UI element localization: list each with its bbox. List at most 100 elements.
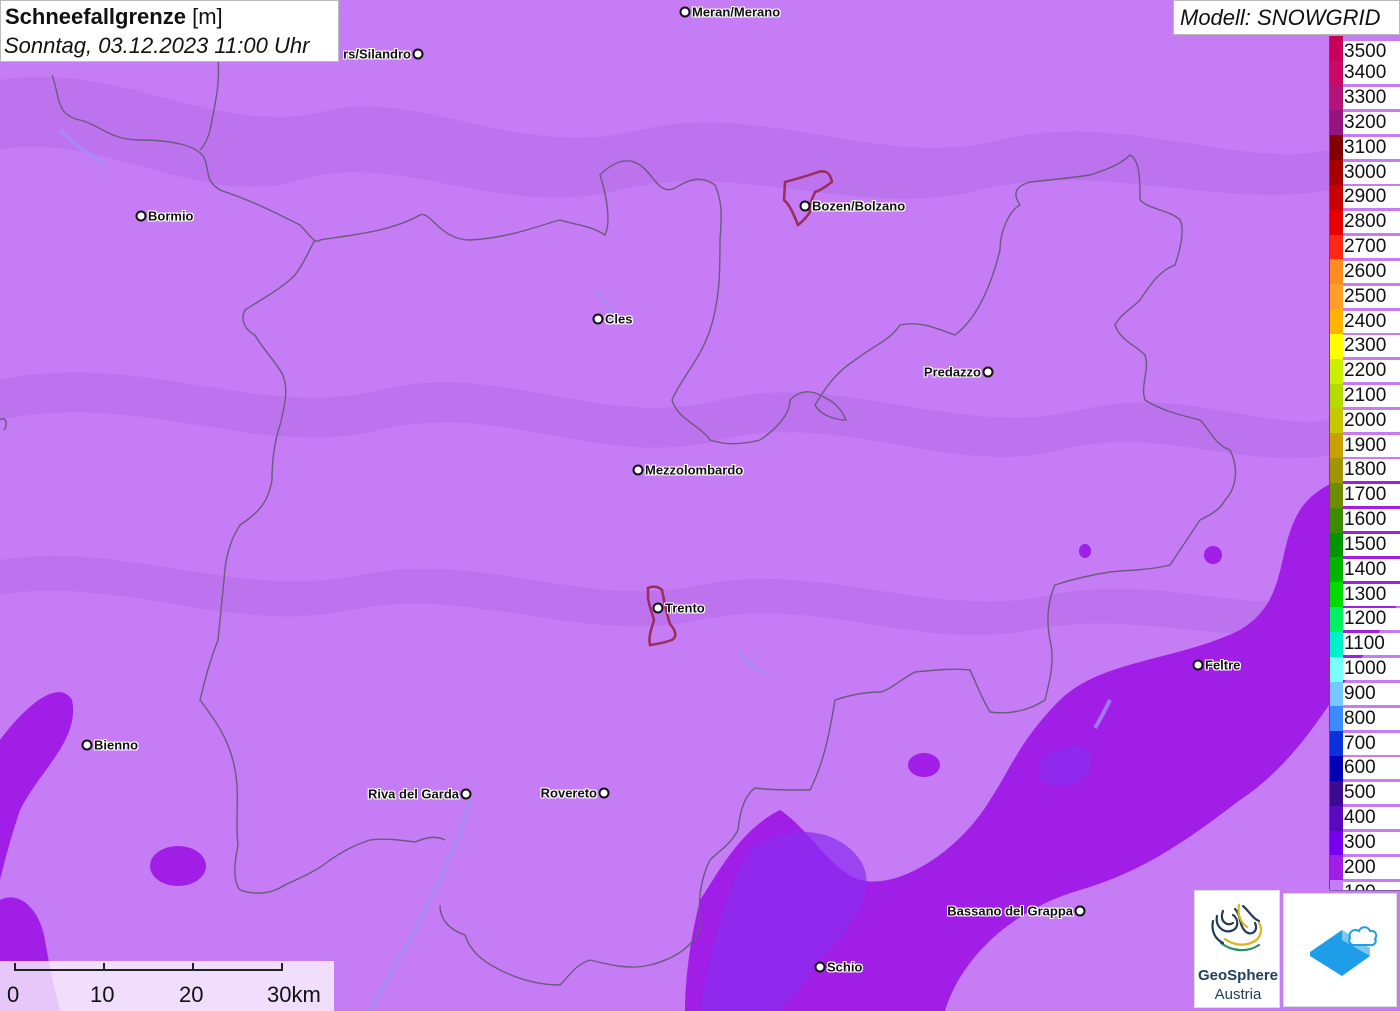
legend-label: 2300 [1343,335,1400,358]
legend-label: 3200 [1343,111,1400,134]
legend-label: 2200 [1343,360,1400,383]
city-label: Trento [665,600,705,616]
scale-tick [281,963,283,971]
city-label: Riva del Garda [367,786,459,802]
legend-label: 500 [1343,782,1400,805]
scale-tick [103,963,105,971]
city-dot-icon [799,200,811,212]
legend-row: 1900 [1329,433,1400,459]
geosphere-logo[interactable]: GeoSphere Austria [1194,890,1280,1008]
map-title: Schneefallgrenze [m] [5,4,223,30]
legend-row: 1600 [1329,507,1400,533]
city-label: Meran/Merano [692,4,781,20]
legend-label: 400 [1343,807,1400,830]
legend-swatch [1329,309,1343,334]
legend-label: 2100 [1343,385,1400,407]
legend-swatch [1329,706,1343,732]
legend-row: 500 [1329,780,1400,806]
legend-swatch [1329,681,1343,707]
city-dot-icon [592,313,604,325]
legend-row: 3100 [1329,135,1400,161]
legend-swatch [1329,36,1343,61]
legend-label: 3300 [1343,87,1400,110]
model-label: Modell: SNOWGRID [1180,5,1381,30]
legend-row: 2500 [1329,284,1400,310]
geosphere-logo-line2: Austria [1214,986,1262,1003]
legend-swatch [1329,358,1343,384]
geosphere-logo-line1: GeoSphere [1197,967,1279,984]
scale-label-10: 10 [90,982,115,1007]
legend-swatch [1329,557,1343,583]
city-dot-icon [460,788,472,800]
legend-label: 1800 [1343,459,1400,482]
legend-label: 2700 [1343,236,1400,259]
legend-label: 1600 [1343,509,1400,532]
city-dot-icon [81,739,93,751]
legend-swatch [1329,433,1343,459]
legend-swatch [1329,756,1343,781]
legend-swatch [1329,458,1343,483]
legend-label: 2000 [1343,409,1400,432]
city-label: Mezzolombardo [645,462,744,478]
cloud-roof-icon [1310,926,1378,976]
city-dot-icon [135,210,147,222]
title-text: Schneefallgrenze [5,4,186,29]
legend-swatch [1329,731,1343,757]
weather-app-logo[interactable] [1283,893,1397,1007]
legend-row: 700 [1329,731,1400,757]
color-legend: 3500 3400 3300 3200 3100 3000 2900 2800 2700 2600… [1329,36,1400,890]
legend-row: 2400 [1329,309,1400,334]
scale-label-30km: 30km [267,982,321,1007]
scale-label-20: 20 [179,982,204,1007]
legend-swatch [1329,656,1343,682]
legend-swatch [1329,532,1343,558]
snowfall-map[interactable] [0,0,1400,1011]
legend-label: 1100 [1343,633,1400,656]
city-label: Bienno [94,737,139,753]
legend-row: 300 [1329,830,1400,856]
legend-row: 1000 [1329,656,1400,682]
legend-label: 1300 [1343,583,1400,606]
scale-label-0: 0 [7,982,20,1007]
city-dot-icon [598,787,610,799]
scale-bar: 0 10 20 30km [0,961,334,1011]
legend-label: 2800 [1343,211,1400,234]
city-label: Feltre [1205,657,1241,673]
legend-label: 700 [1343,732,1400,755]
legend-swatch [1329,60,1343,86]
legend-row: 2100 [1329,383,1400,409]
city-dot-icon [679,6,691,18]
legend-row: 3300 [1329,85,1400,111]
legend-swatch [1329,284,1343,310]
legend-swatch [1329,234,1343,260]
legend-row: 2200 [1329,358,1400,384]
city-dot-icon [1074,905,1086,917]
city-dot-icon [652,602,664,614]
city-label: Bassano del Grappa [947,903,1073,919]
legend-label: 2900 [1343,186,1400,209]
legend-row: 2600 [1329,259,1400,285]
legend-row: 1700 [1329,482,1400,508]
city-label: Predazzo [923,364,981,380]
city-label: Cles [605,311,633,327]
legend-label: 1700 [1343,484,1400,507]
geosphere-emblem-icon [1211,903,1263,952]
legend-row: 1400 [1329,557,1400,583]
legend-label: 1000 [1343,658,1400,681]
title-box: Schneefallgrenze [m] Sonntag, 03.12.2023… [0,0,339,62]
legend-swatch [1329,209,1343,235]
legend-row: 200 [1329,855,1400,881]
legend-swatch [1329,880,1343,890]
legend-swatch [1329,607,1343,632]
legend-label: 3000 [1343,161,1400,184]
legend-row: 1500 [1329,532,1400,558]
city-dot-icon [1192,659,1204,671]
legend-row: 100 [1329,880,1400,890]
legend-label: 1400 [1343,558,1400,581]
legend-label: 2500 [1343,285,1400,308]
legend-swatch [1329,631,1343,657]
legend-row: 1200 [1329,607,1400,632]
legend-label: 100 [1343,881,1400,890]
city-dot-icon [814,961,826,973]
legend-swatch [1329,383,1343,409]
